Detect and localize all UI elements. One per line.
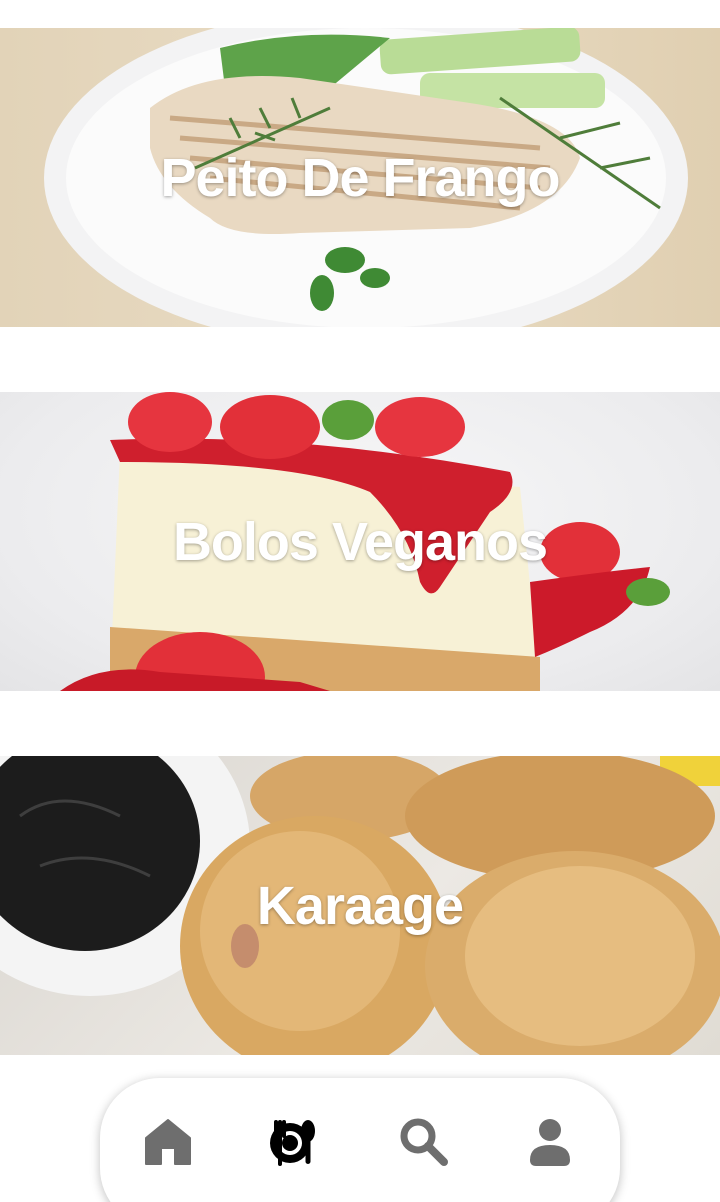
nav-profile-button[interactable] — [520, 1112, 580, 1172]
user-icon — [530, 1119, 570, 1166]
home-icon — [145, 1119, 191, 1165]
nav-home-button[interactable] — [138, 1112, 198, 1172]
nav-recipes-button[interactable] — [264, 1112, 324, 1172]
recipe-title: Peito De Frango — [160, 147, 560, 208]
recipe-card-karaage[interactable]: Karaage — [0, 756, 720, 1055]
recipe-title: Karaage — [256, 875, 464, 936]
recipe-title: Bolos Veganos — [172, 511, 548, 572]
nav-search-button[interactable] — [394, 1112, 454, 1172]
recipe-card-peito-de-frango[interactable]: Peito De Frango — [0, 28, 720, 327]
recipe-card-bolos-veganos[interactable]: Bolos Veganos — [0, 392, 720, 691]
recipes-screen: Peito De Frango Bolos Veganos Karaage — [0, 0, 720, 1202]
bottom-navigation-bar — [100, 1078, 620, 1202]
cutlery-plate-icon — [270, 1120, 315, 1166]
search-icon — [400, 1118, 448, 1166]
